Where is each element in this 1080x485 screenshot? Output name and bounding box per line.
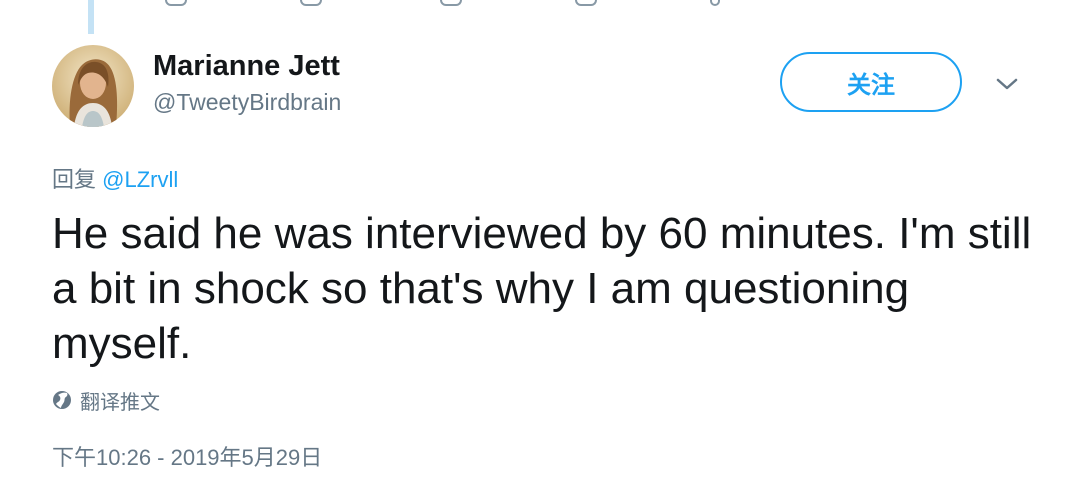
translate-tweet-button[interactable]: 翻译推文 [52, 387, 160, 414]
retweet-icon[interactable] [300, 0, 322, 6]
thread-line [88, 0, 94, 34]
avatar[interactable] [52, 45, 134, 127]
previous-tweet-action-bar [0, 0, 1080, 6]
translate-label: 翻译推文 [80, 391, 160, 414]
reply-context: 回复 @LZrvll [52, 162, 178, 194]
user-handle[interactable]: @TweetyBirdbrain [153, 89, 341, 116]
timestamp[interactable]: 下午10:26 - 2019年5月29日 [52, 440, 322, 472]
chevron-down-icon[interactable] [993, 72, 1021, 96]
avatar-image [52, 45, 134, 127]
globe-icon [53, 391, 71, 409]
follow-button[interactable]: 关注 [780, 52, 962, 112]
reply-icon[interactable] [165, 0, 187, 6]
like-icon[interactable] [440, 0, 462, 6]
display-name[interactable]: Marianne Jett [153, 50, 340, 83]
more-icon[interactable] [710, 0, 720, 6]
reply-prefix: 回复 [52, 167, 97, 192]
tweet-text: He said he was interviewed by 60 minutes… [52, 209, 1032, 368]
reply-mention-link[interactable]: @LZrvll [102, 167, 178, 192]
share-icon[interactable] [575, 0, 597, 6]
